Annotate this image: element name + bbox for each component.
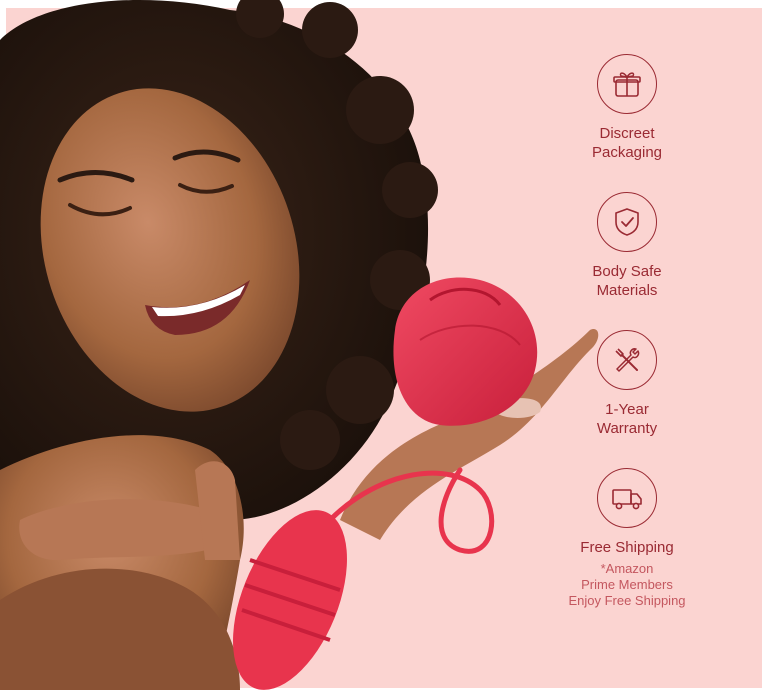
feature-label: Free Shipping — [580, 539, 674, 556]
feature-free-shipping: Free Shipping *Amazon Prime Members Enjo… — [542, 468, 712, 609]
free-shipping-note: *Amazon Prime Members Enjoy Free Shippin… — [568, 561, 686, 608]
feature-label: Body Safe Materials — [592, 263, 662, 299]
feature-label: Discreet Packaging — [591, 125, 663, 161]
shield-check-icon — [597, 192, 657, 252]
tools-icon — [597, 330, 657, 390]
feature-warranty: 1-Year Warranty — [542, 330, 712, 438]
feature-discreet-packaging: Discreet Packaging — [542, 54, 712, 162]
feature-body-safe-materials: Body Safe Materials — [542, 192, 712, 300]
product-banner: Discreet Packaging Body Safe Materials 1… — [0, 0, 766, 690]
feature-label: 1-Year Warranty — [596, 401, 658, 437]
truck-icon — [597, 468, 657, 528]
gift-icon — [597, 54, 657, 114]
